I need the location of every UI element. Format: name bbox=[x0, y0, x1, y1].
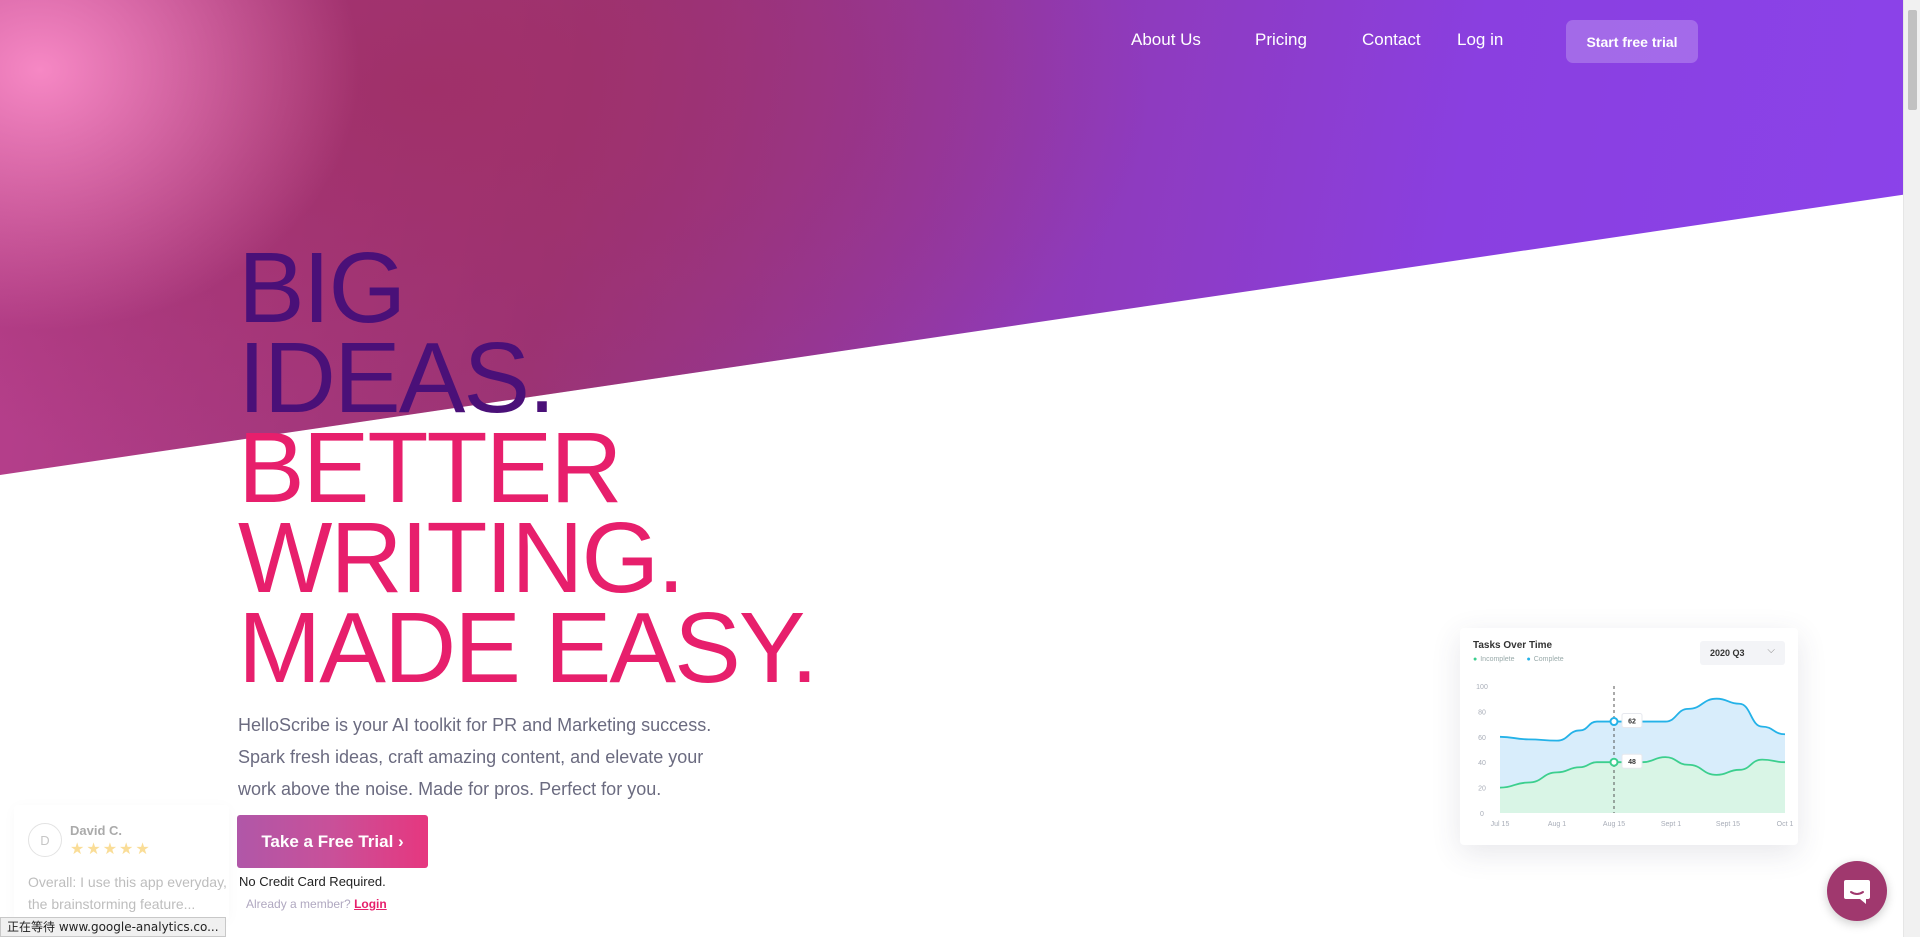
y-tick-label: 80 bbox=[1478, 709, 1486, 716]
data-label: 48 bbox=[1628, 759, 1636, 766]
tasks-chart-card: 0 20 40 60 80 100 Jul 15 Aug 1 Aug 15 Sept 1 Sept … bbox=[1460, 628, 1798, 845]
data-label: 62 bbox=[1628, 719, 1636, 726]
already-member-text: Already a member? bbox=[246, 897, 351, 911]
data-point bbox=[1609, 717, 1619, 727]
avatar: D bbox=[28, 823, 62, 857]
chart-title: Tasks Over Time bbox=[1473, 640, 1553, 651]
review-card: D David C. ★★★★★ Overall: I use this app… bbox=[14, 805, 229, 920]
legend-complete: Complete bbox=[1526, 656, 1564, 663]
scrollbar-thumb[interactable] bbox=[1908, 10, 1917, 110]
browser-status-bar: 正在等待 www.google-analytics.co... bbox=[0, 917, 226, 937]
chevron-down-icon: ⌵ bbox=[1767, 645, 1775, 656]
login-link[interactable]: Login bbox=[354, 897, 387, 911]
hero-subtext: HelloScribe is your AI toolkit for PR an… bbox=[238, 715, 712, 799]
headline-line: BIG bbox=[238, 232, 406, 344]
start-free-trial-button[interactable]: Start free trial bbox=[1566, 20, 1698, 63]
already-member-line: Already a member? Login bbox=[246, 897, 387, 911]
y-tick-label: 0 bbox=[1480, 811, 1484, 818]
period-select[interactable]: 2020 Q3 ⌵ bbox=[1700, 641, 1785, 665]
x-tick-label: Aug 15 bbox=[1603, 821, 1625, 828]
x-tick-label: Jul 15 bbox=[1491, 821, 1510, 828]
data-point bbox=[1609, 757, 1619, 767]
star-rating: ★★★★★ bbox=[70, 841, 152, 858]
nav-about-us[interactable]: About Us bbox=[1131, 30, 1201, 50]
top-nav: About Us Pricing Contact Log in Start fr… bbox=[0, 0, 1903, 80]
x-tick-label: Sept 15 bbox=[1716, 821, 1740, 828]
chart-legend: Incomplete Complete bbox=[1473, 656, 1564, 663]
scrollbar[interactable] bbox=[1903, 0, 1920, 937]
nav-log-in[interactable]: Log in bbox=[1457, 30, 1503, 50]
review-text: Overall: I use this app everyday, the br… bbox=[28, 874, 227, 912]
x-tick-label: Sept 1 bbox=[1661, 821, 1681, 828]
nav-pricing[interactable]: Pricing bbox=[1255, 30, 1307, 50]
take-free-trial-button[interactable]: Take a Free Trial › bbox=[237, 815, 428, 868]
chat-icon bbox=[1844, 880, 1870, 904]
legend-incomplete: Incomplete bbox=[1473, 656, 1514, 663]
headline-line: IDEAS. bbox=[238, 322, 556, 434]
hero-headline: BIG IDEAS. BETTER WRITING. MADE EASY. bbox=[238, 232, 818, 704]
y-tick-label: 20 bbox=[1478, 786, 1486, 793]
y-tick-label: 60 bbox=[1478, 735, 1486, 742]
nav-contact[interactable]: Contact bbox=[1362, 30, 1421, 50]
headline-line: MADE EASY. bbox=[238, 592, 818, 704]
x-tick-label: Aug 1 bbox=[1548, 821, 1566, 828]
chat-button[interactable] bbox=[1827, 861, 1887, 921]
no-credit-card-note: No Credit Card Required. bbox=[239, 874, 386, 889]
y-tick-label: 40 bbox=[1478, 760, 1486, 767]
reviewer-name: David C. bbox=[70, 823, 123, 838]
period-select-value: 2020 Q3 bbox=[1710, 648, 1745, 658]
headline-line: BETTER bbox=[238, 412, 622, 524]
headline-line: WRITING. bbox=[238, 502, 685, 614]
x-tick-label: Oct 1 bbox=[1777, 821, 1794, 828]
y-tick-label: 100 bbox=[1476, 684, 1488, 691]
